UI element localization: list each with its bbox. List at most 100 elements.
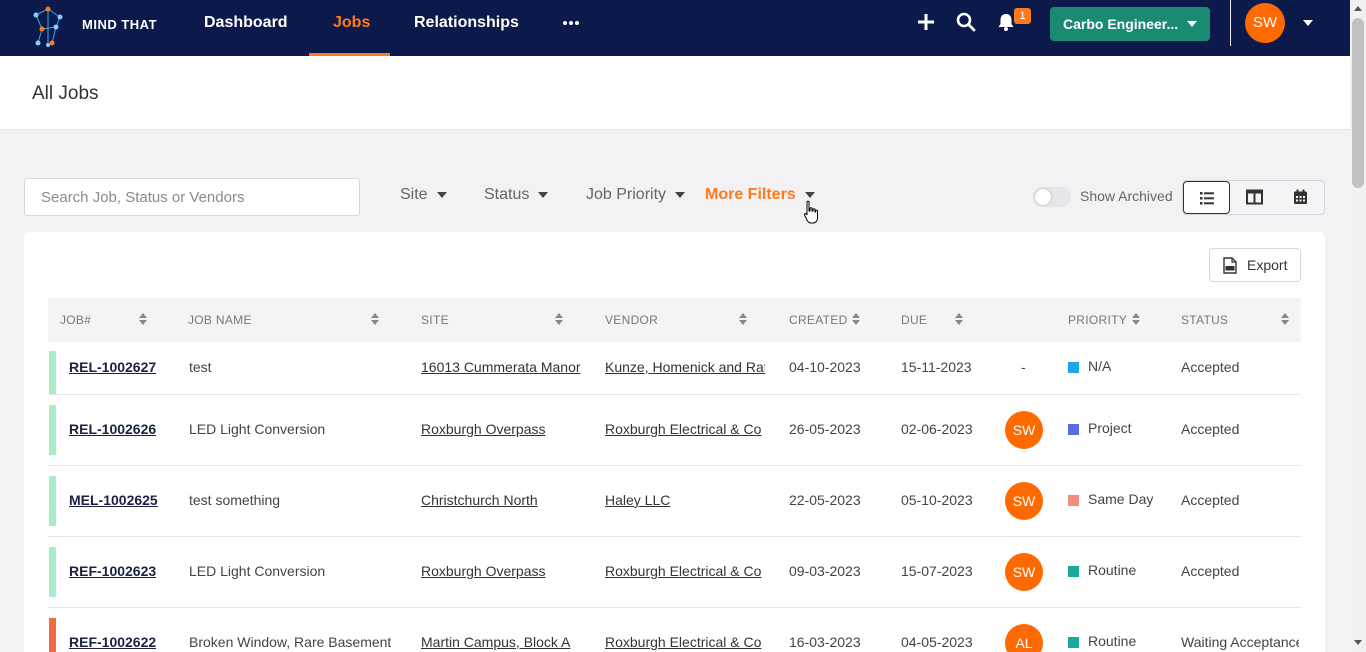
job-number-link[interactable]: REF-1002622 <box>69 634 156 650</box>
more-menu-icon[interactable] <box>560 14 582 30</box>
page-scrollbar[interactable] <box>1350 0 1366 652</box>
job-name: test <box>189 359 212 375</box>
table-row[interactable]: REF-1002622 Broken Window, Rare Basement… <box>48 608 1301 652</box>
table-row[interactable]: REF-1002623 LED Light Conversion Roxburg… <box>48 537 1301 608</box>
logo-network-icon <box>33 6 63 47</box>
column-header-status[interactable]: STATUS <box>1181 298 1228 342</box>
more-filters-label: More Filters <box>705 186 796 203</box>
status-indicator <box>49 405 56 455</box>
column-header-due[interactable]: DUE <box>901 298 927 342</box>
assignee-empty: - <box>1021 359 1026 375</box>
column-header-vendor[interactable]: VENDOR <box>605 298 658 342</box>
assignee-avatar[interactable]: SW <box>1005 553 1043 591</box>
due-date: 15-07-2023 <box>901 563 973 579</box>
job-number-link[interactable]: REF-1002623 <box>69 563 156 579</box>
column-header-created[interactable]: CREATED <box>789 298 848 342</box>
job-number-link[interactable]: MEL-1002625 <box>69 492 158 508</box>
site-filter-label: Site <box>400 186 428 203</box>
status-indicator <box>49 476 56 526</box>
sort-icon[interactable] <box>1132 313 1140 327</box>
show-archived-toggle[interactable] <box>1033 187 1071 207</box>
job-number-link[interactable]: REL-1002626 <box>69 421 156 437</box>
due-date: 02-06-2023 <box>901 421 973 437</box>
site-link[interactable]: Roxburgh Overpass <box>421 563 581 579</box>
sort-icon[interactable] <box>1281 313 1289 327</box>
site-link[interactable]: Martin Campus, Block A <box>421 634 581 650</box>
list-icon <box>1200 192 1214 205</box>
sort-icon[interactable] <box>139 313 147 327</box>
search-input[interactable] <box>24 178 360 216</box>
company-selector[interactable]: Carbo Engineer... <box>1050 7 1210 41</box>
column-header-priority[interactable]: PRIORITY <box>1068 298 1127 342</box>
export-button[interactable]: Export <box>1209 248 1301 282</box>
add-icon[interactable] <box>915 11 937 33</box>
site-link[interactable]: 16013 Cummerata Manor <box>421 359 581 375</box>
table-row[interactable]: MEL-1002625 test something Christchurch … <box>48 466 1301 537</box>
column-header-job-number[interactable]: JOB# <box>60 298 91 342</box>
status-label: Accepted <box>1181 359 1240 375</box>
table-row[interactable]: REL-1002627 test 16013 Cummerata Manor K… <box>48 342 1301 395</box>
status-filter-dropdown[interactable]: Status <box>484 186 549 208</box>
assignee-avatar[interactable]: SW <box>1005 411 1043 449</box>
csv-file-icon <box>1223 257 1237 274</box>
table-row[interactable]: REL-1002626 LED Light Conversion Roxburg… <box>48 395 1301 466</box>
job-number-link[interactable]: REL-1002627 <box>69 359 156 375</box>
chevron-down-icon <box>675 191 686 198</box>
toggle-knob <box>1035 189 1051 205</box>
site-link[interactable]: Roxburgh Overpass <box>421 421 581 437</box>
jobs-table-card: Export JOB# JOB NAME SITE VENDOR CREATED… <box>24 232 1325 652</box>
calendar-icon <box>1294 189 1307 204</box>
due-date: 05-10-2023 <box>901 492 973 508</box>
sort-icon[interactable] <box>955 313 963 327</box>
job-name: LED Light Conversion <box>189 563 326 579</box>
board-view-button[interactable] <box>1231 181 1278 214</box>
status-label: Accepted <box>1181 492 1240 508</box>
column-header-site[interactable]: SITE <box>421 298 449 342</box>
table-header: JOB# JOB NAME SITE VENDOR CREATED DUE PR… <box>48 298 1301 342</box>
priority-color-swatch <box>1068 362 1079 373</box>
priority-color-swatch <box>1068 637 1079 648</box>
scroll-down-arrow-icon[interactable] <box>1354 640 1362 645</box>
nav-dashboard[interactable]: Dashboard <box>204 0 288 56</box>
site-link[interactable]: Christchurch North <box>421 492 581 508</box>
chevron-down-icon <box>538 191 549 198</box>
scroll-up-arrow-icon[interactable] <box>1354 6 1362 11</box>
more-filters-dropdown[interactable]: More Filters <box>705 186 815 208</box>
chevron-down-icon <box>1187 21 1197 27</box>
search-icon[interactable] <box>955 11 977 33</box>
page-header: All Jobs <box>0 56 1350 130</box>
vendor-link[interactable]: Roxburgh Electrical & Co <box>605 421 765 437</box>
column-header-job-name[interactable]: JOB NAME <box>188 298 252 342</box>
sort-icon[interactable] <box>739 313 747 327</box>
status-label: Waiting Acceptance <box>1181 634 1299 650</box>
calendar-view-button[interactable] <box>1278 181 1324 214</box>
priority-label: Same Day <box>1088 491 1154 507</box>
vendor-link[interactable]: Haley LLC <box>605 492 765 508</box>
nav-jobs[interactable]: Jobs <box>333 0 370 56</box>
job-name: test something <box>189 492 281 508</box>
sort-icon[interactable] <box>371 313 379 327</box>
sort-icon[interactable] <box>852 313 860 327</box>
status-filter-label: Status <box>484 186 530 203</box>
job-priority-filter-dropdown[interactable]: Job Priority <box>586 186 686 208</box>
vendor-link[interactable]: Roxburgh Electrical & Co <box>605 634 765 650</box>
app-logo[interactable]: MIND THAT <box>30 5 157 49</box>
vendor-link[interactable]: Roxburgh Electrical & Co <box>605 563 765 579</box>
job-priority-filter-label: Job Priority <box>586 186 667 203</box>
vendor-link[interactable]: Kunze, Homenick and Rath <box>605 359 765 375</box>
assignee-avatar[interactable]: SW <box>1005 482 1043 520</box>
user-menu-chevron-icon[interactable] <box>1303 20 1313 26</box>
priority-label: Routine <box>1088 562 1137 578</box>
company-name: Carbo Engineer... <box>1063 16 1179 32</box>
view-switcher <box>1182 180 1325 215</box>
scrollbar-thumb[interactable] <box>1352 18 1364 188</box>
site-filter-dropdown[interactable]: Site <box>400 186 447 208</box>
user-avatar[interactable]: SW <box>1245 3 1285 43</box>
nav-relationships[interactable]: Relationships <box>414 0 519 56</box>
nav-divider <box>1230 0 1231 46</box>
sort-icon[interactable] <box>555 313 563 327</box>
assignee-avatar[interactable]: AL <box>1005 624 1043 652</box>
created-date: 22-05-2023 <box>789 492 861 508</box>
list-view-button[interactable] <box>1183 181 1230 214</box>
created-date: 26-05-2023 <box>789 421 861 437</box>
